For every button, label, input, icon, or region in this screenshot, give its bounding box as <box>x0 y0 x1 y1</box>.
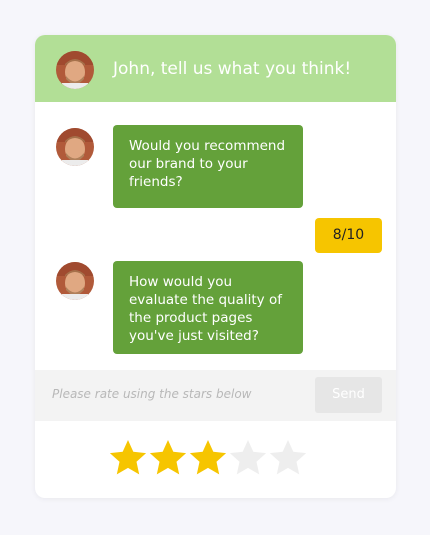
star-3-icon[interactable] <box>188 436 228 480</box>
question-bubble: How would you evaluate the quality of th… <box>113 261 303 354</box>
star-1-icon[interactable] <box>108 436 148 480</box>
star-5-icon[interactable] <box>268 436 308 480</box>
header-title: John, tell us what you think! <box>113 59 352 79</box>
chat-header: John, tell us what you think! <box>35 35 396 102</box>
star-4-icon[interactable] <box>228 436 268 480</box>
avatar <box>56 51 94 89</box>
avatar <box>56 128 94 166</box>
avatar <box>56 262 94 300</box>
message-input-bar: Please rate using the stars below Send <box>35 370 396 421</box>
star-2-icon[interactable] <box>148 436 188 480</box>
survey-chat-widget: John, tell us what you think! Would you … <box>35 35 396 498</box>
message-input[interactable]: Please rate using the stars below <box>52 387 251 401</box>
question-bubble: Would you recommend our brand to your fr… <box>113 125 303 208</box>
answer-bubble: 8/10 <box>315 218 382 253</box>
send-button[interactable]: Send <box>315 377 382 413</box>
star-rating <box>108 436 308 480</box>
